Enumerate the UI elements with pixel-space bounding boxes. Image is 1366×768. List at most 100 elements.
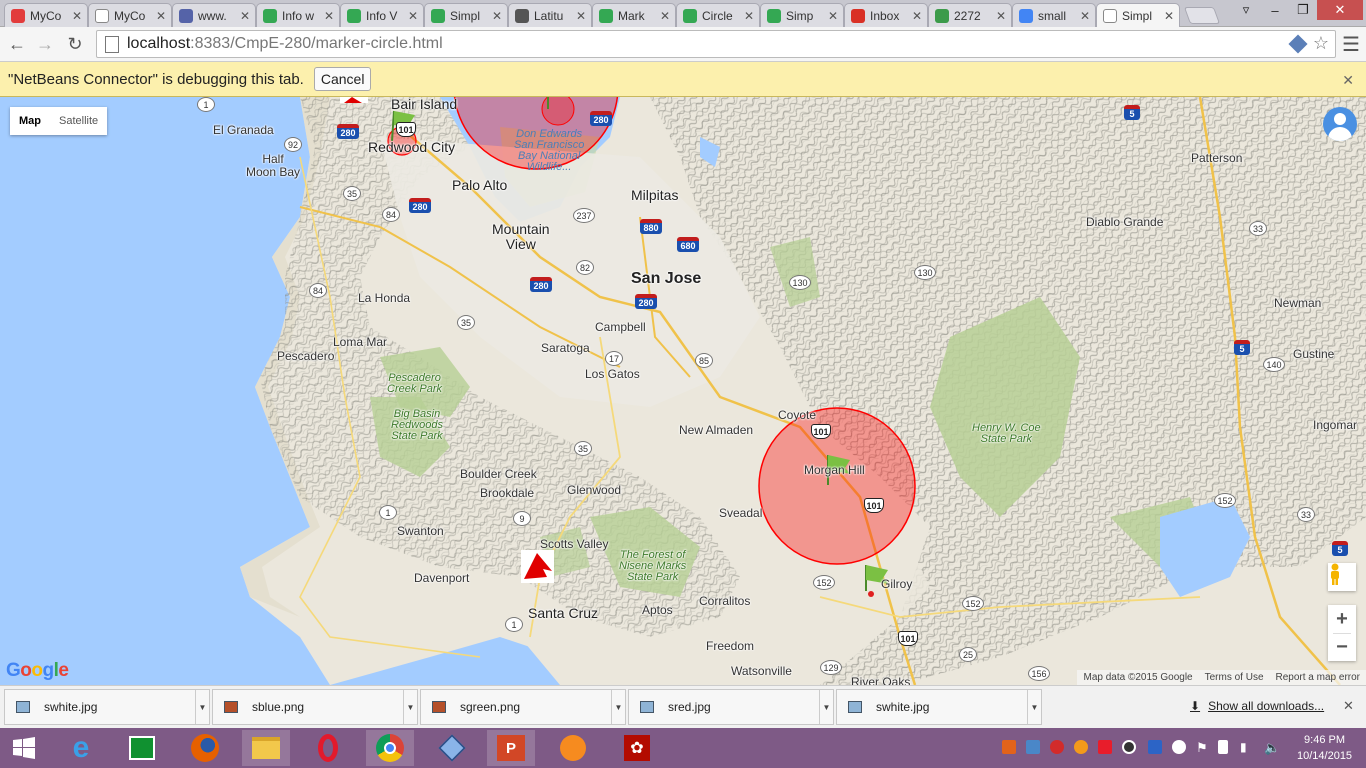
browser-tab[interactable]: MyCo ✕	[88, 3, 172, 27]
action-center-flag-icon[interactable]: ⚑	[1196, 740, 1210, 755]
tab-close-icon[interactable]: ✕	[744, 9, 754, 23]
avast-icon[interactable]	[549, 730, 597, 766]
virtualbox-icon[interactable]	[428, 730, 476, 766]
start-button-icon[interactable]	[0, 730, 48, 766]
bookmark-star-icon[interactable]: ☆	[1313, 33, 1329, 54]
download-item[interactable]: sred.jpg ▼	[628, 689, 834, 725]
address-bar[interactable]: localhost:8383/CmpE-280/marker-circle.ht…	[96, 30, 1336, 58]
browser-tab[interactable]: Inbox ✕	[844, 3, 928, 27]
report-map-error-link[interactable]: Report a map error	[1276, 672, 1360, 683]
state-route-shield: 152	[962, 596, 984, 611]
battery-icon[interactable]	[1218, 740, 1228, 754]
chrome-icon[interactable]	[366, 730, 414, 766]
zoom-in-button[interactable]: +	[1328, 605, 1356, 633]
close-window-button[interactable]: ✕	[1317, 0, 1363, 20]
google-logo[interactable]: Google	[6, 660, 69, 682]
opera-icon[interactable]	[304, 730, 352, 766]
download-menu-arrow[interactable]: ▼	[403, 690, 417, 724]
new-tab-button[interactable]	[1183, 7, 1221, 24]
red-flag-marker-top[interactable]	[340, 97, 368, 103]
download-menu-arrow[interactable]: ▼	[819, 690, 833, 724]
internet-explorer-icon[interactable]: e	[57, 730, 105, 766]
tab-title: Simpl	[1122, 8, 1153, 23]
tab-close-icon[interactable]: ✕	[576, 9, 586, 23]
taskbar-clock[interactable]: 9:46 PM 10/14/2015	[1297, 732, 1352, 764]
close-infobar-icon[interactable]: ✕	[1342, 72, 1354, 89]
map-type-satellite-button[interactable]: Satellite	[50, 107, 107, 135]
download-item[interactable]: swhite.jpg ▼	[836, 689, 1042, 725]
tray-app-icon[interactable]	[1172, 740, 1186, 754]
image-file-icon	[640, 701, 654, 713]
tray-app-icon[interactable]	[1050, 740, 1064, 754]
file-explorer-icon[interactable]	[242, 730, 290, 766]
show-all-downloads-link[interactable]: ⬇ Show all downloads...	[1190, 699, 1324, 713]
tab-close-icon[interactable]: ✕	[240, 9, 250, 23]
powerpoint-icon[interactable]: P	[487, 730, 535, 766]
tray-app-icon[interactable]	[1002, 740, 1016, 754]
tray-app-icon[interactable]	[1122, 740, 1136, 754]
tray-app-icon[interactable]	[1074, 740, 1088, 754]
profile-icon[interactable]: ▿	[1232, 0, 1260, 20]
cancel-button[interactable]: Cancel	[313, 67, 372, 91]
network-signal-icon[interactable]: ▮	[1240, 740, 1254, 754]
tab-close-icon[interactable]: ✕	[72, 9, 82, 23]
browser-tab[interactable]: Info V ✕	[340, 3, 424, 27]
menu-icon[interactable]: ☰	[1338, 32, 1364, 56]
volume-icon[interactable]: 🔈	[1264, 740, 1280, 755]
zoom-out-button[interactable]: −	[1328, 633, 1356, 661]
browser-tab[interactable]: Latitu ✕	[508, 3, 592, 27]
download-menu-arrow[interactable]: ▼	[195, 690, 209, 724]
browser-tab[interactable]: Simpl ✕	[1096, 3, 1180, 27]
tab-close-icon[interactable]: ✕	[492, 9, 502, 23]
tab-close-icon[interactable]: ✕	[828, 9, 838, 23]
extension-icon[interactable]	[1288, 34, 1308, 54]
state-route-shield: 152	[813, 575, 835, 590]
back-button[interactable]: ←	[4, 32, 30, 56]
map-canvas[interactable]: El Granada Bair Island Redwood City Half…	[0, 97, 1366, 685]
close-downloads-icon[interactable]: ✕	[1343, 698, 1354, 714]
download-item[interactable]: sgreen.png ▼	[420, 689, 626, 725]
pegman-street-view-icon[interactable]	[1328, 563, 1356, 591]
download-item[interactable]: swhite.jpg ▼	[4, 689, 210, 725]
browser-tab[interactable]: www. ✕	[172, 3, 256, 27]
download-menu-arrow[interactable]: ▼	[611, 690, 625, 724]
tab-title: Info V	[366, 8, 398, 23]
tab-close-icon[interactable]: ✕	[1080, 9, 1090, 23]
browser-tab[interactable]: MyCo ✕	[4, 3, 88, 27]
forward-button[interactable]: →	[32, 32, 58, 56]
label-gilroy: Gilroy	[881, 577, 913, 591]
tab-close-icon[interactable]: ✕	[996, 9, 1006, 23]
restore-button[interactable]: ❐	[1289, 0, 1317, 20]
label-santa-cruz: Santa Cruz	[528, 605, 599, 621]
browser-tab[interactable]: 2272 ✕	[928, 3, 1012, 27]
tray-app-icon[interactable]	[1026, 740, 1040, 754]
red-flag-marker-santa-cruz[interactable]	[521, 550, 554, 583]
tab-close-icon[interactable]: ✕	[408, 9, 418, 23]
browser-tab[interactable]: Simpl ✕	[424, 3, 508, 27]
browser-tab[interactable]: Mark ✕	[592, 3, 676, 27]
tray-app-icon[interactable]	[1148, 740, 1162, 754]
browser-tab[interactable]: Simp ✕	[760, 3, 844, 27]
tab-close-icon[interactable]: ✕	[912, 9, 922, 23]
tab-close-icon[interactable]: ✕	[660, 9, 670, 23]
minimize-button[interactable]: –	[1261, 0, 1289, 20]
tab-close-icon[interactable]: ✕	[324, 9, 334, 23]
map-type-map-button[interactable]: Map	[10, 107, 50, 135]
terms-of-use-link[interactable]: Terms of Use	[1205, 672, 1264, 683]
state-route-shield: 130	[789, 275, 811, 290]
reload-button[interactable]: ↻	[62, 32, 88, 56]
tab-close-icon[interactable]: ✕	[156, 9, 166, 23]
browser-tab[interactable]: Circle ✕	[676, 3, 760, 27]
store-icon[interactable]	[118, 730, 166, 766]
download-item[interactable]: sblue.png ▼	[212, 689, 418, 725]
tray-app-icon[interactable]	[1098, 740, 1112, 754]
browser-tab[interactable]: small ✕	[1012, 3, 1096, 27]
account-avatar-icon[interactable]	[1323, 107, 1357, 141]
acrobat-icon[interactable]: ✿	[613, 730, 661, 766]
download-menu-arrow[interactable]: ▼	[1027, 690, 1041, 724]
tab-title: Mark	[618, 8, 645, 23]
browser-tab[interactable]: Info w ✕	[256, 3, 340, 27]
firefox-icon[interactable]	[181, 730, 229, 766]
label-henry-coe-park: Henry W. Coe State Park	[972, 422, 1041, 445]
tab-close-icon[interactable]: ✕	[1164, 9, 1174, 23]
